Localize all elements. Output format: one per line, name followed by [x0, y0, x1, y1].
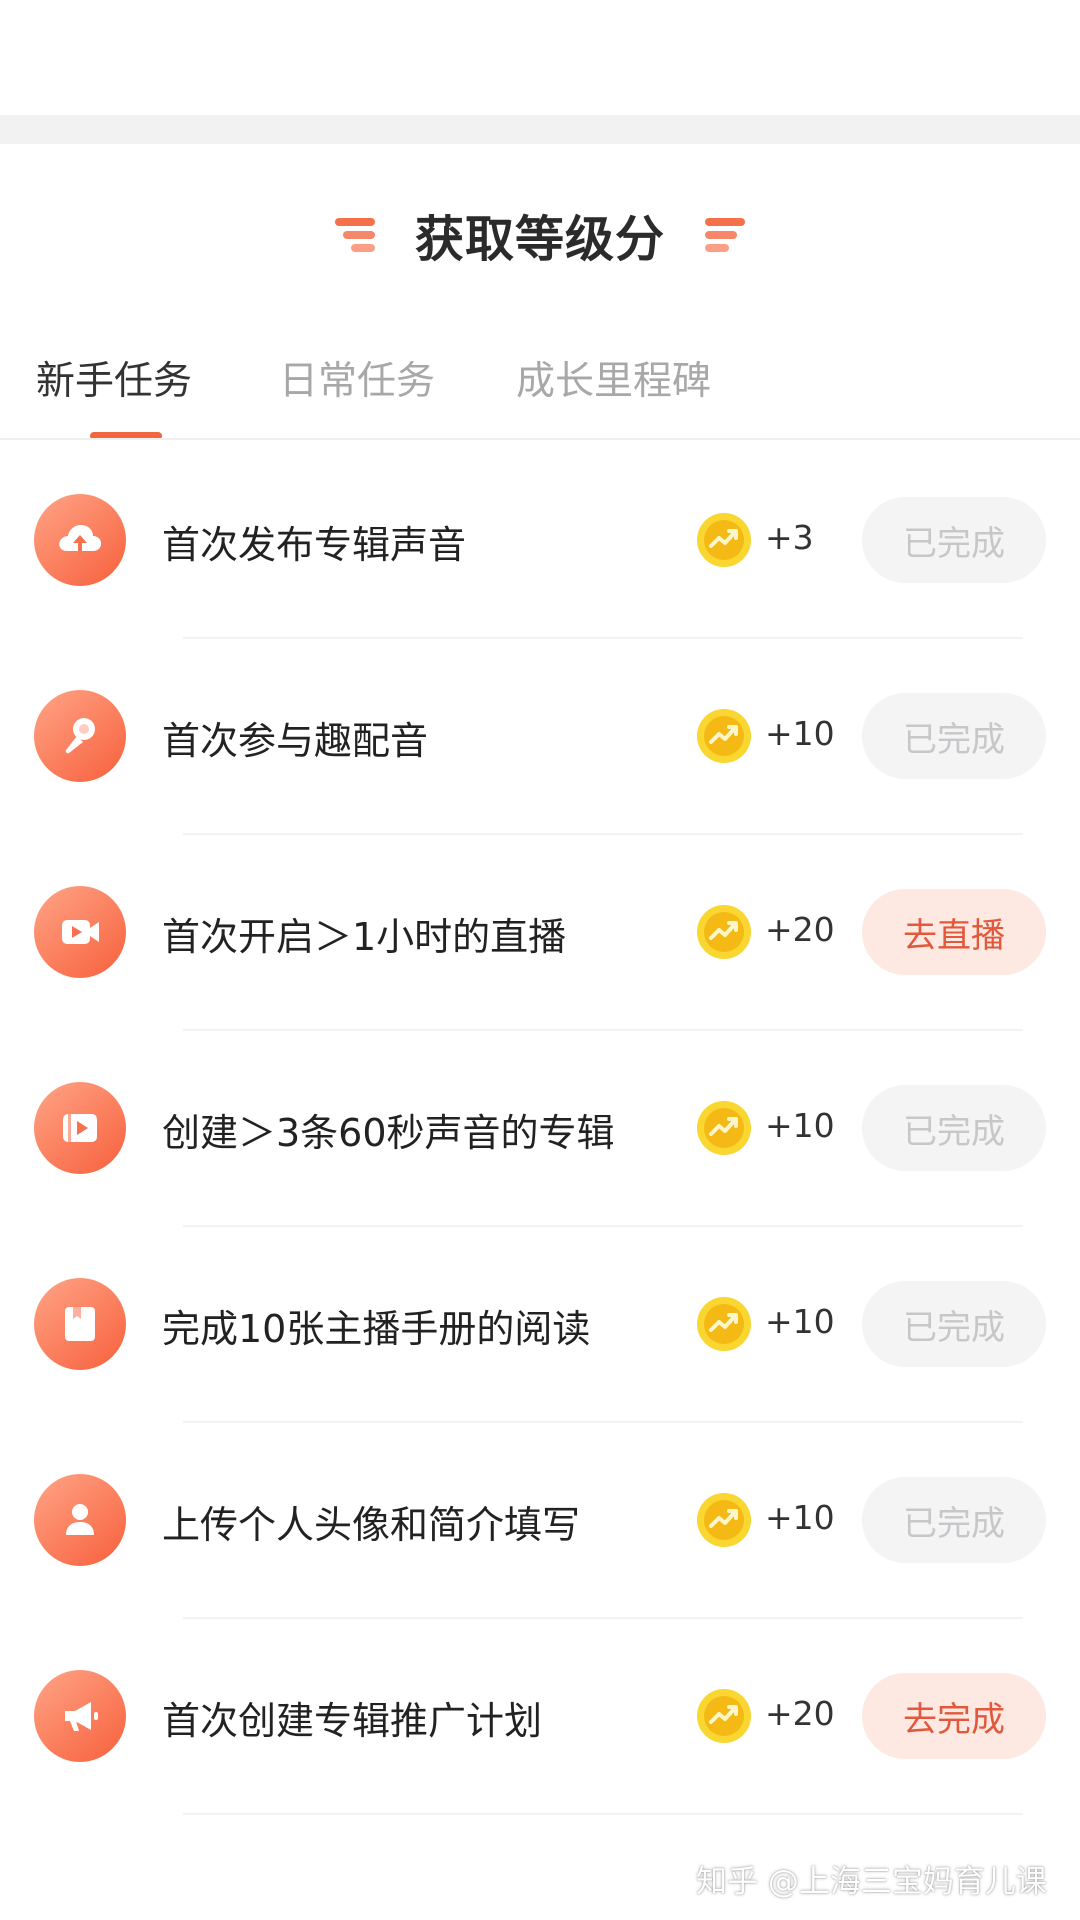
task-label: 首次发布专辑声音 [162, 523, 467, 567]
task-row: 首次参与趣配音 +10 已完成 [0, 638, 1080, 835]
top-blank-area [0, 0, 1080, 115]
handbook-icon [34, 1278, 126, 1370]
coin-icon [697, 905, 751, 959]
task-completed-button[interactable]: 已完成 [862, 1477, 1046, 1563]
cloud-upload-icon [34, 494, 126, 586]
coin-icon [697, 1689, 751, 1743]
tab-daily-tasks[interactable]: 日常任务 [279, 350, 435, 406]
task-points: +10 [765, 1498, 835, 1537]
task-completed-button[interactable]: 已完成 [862, 497, 1046, 583]
task-row: 首次发布专辑声音 +3 已完成 [0, 442, 1080, 639]
title-decoration-right-icon [705, 218, 745, 252]
coin-icon [697, 1493, 751, 1547]
tab-growth-milestones[interactable]: 成长里程碑 [516, 350, 711, 406]
microphone-icon [34, 690, 126, 782]
section-separator [0, 115, 1080, 144]
task-label: 首次参与趣配音 [162, 719, 429, 763]
task-row: 完成10张主播手册的阅读 +10 已完成 [0, 1226, 1080, 1423]
page-title: 获取等级分 [414, 210, 665, 268]
video-album-icon [34, 1082, 126, 1174]
go-live-button[interactable]: 去直播 [862, 889, 1046, 975]
task-points: +3 [765, 518, 814, 557]
task-label: 首次创建专辑推广计划 [162, 1699, 543, 1743]
task-row: 上传个人头像和简介填写 +10 已完成 [0, 1422, 1080, 1619]
task-label: 上传个人头像和简介填写 [162, 1503, 581, 1547]
row-divider [183, 1813, 1023, 1815]
coin-icon [697, 709, 751, 763]
task-points: +10 [765, 1302, 835, 1341]
task-completed-button[interactable]: 已完成 [862, 693, 1046, 779]
video-camera-icon [34, 886, 126, 978]
task-label: 创建＞3条60秒声音的专辑 [162, 1111, 615, 1155]
coin-icon [697, 1101, 751, 1155]
task-row: 首次开启＞1小时的直播 +20 去直播 [0, 834, 1080, 1031]
task-row: 创建＞3条60秒声音的专辑 +10 已完成 [0, 1030, 1080, 1227]
watermark: 知乎 @上海三宝妈育儿课 [696, 1864, 1047, 1900]
task-points: +10 [765, 714, 835, 753]
tabs-divider [0, 438, 1080, 440]
task-completed-button[interactable]: 已完成 [862, 1085, 1046, 1171]
coin-icon [697, 513, 751, 567]
megaphone-icon [34, 1670, 126, 1762]
task-points: +20 [765, 910, 835, 949]
task-row: 首次创建专辑推广计划 +20 去完成 [0, 1618, 1080, 1815]
user-profile-icon [34, 1474, 126, 1566]
coin-icon [697, 1297, 751, 1351]
task-label: 首次开启＞1小时的直播 [162, 915, 567, 959]
task-tabs: 新手任务 日常任务 成长里程碑 [0, 340, 1080, 440]
task-label: 完成10张主播手册的阅读 [162, 1307, 591, 1351]
tab-newbie-tasks[interactable]: 新手任务 [36, 350, 192, 406]
title-decoration-left-icon [334, 218, 375, 252]
task-points: +20 [765, 1694, 835, 1733]
go-complete-button[interactable]: 去完成 [862, 1673, 1046, 1759]
section-header: 获取等级分 [0, 195, 1080, 275]
task-completed-button[interactable]: 已完成 [862, 1281, 1046, 1367]
task-points: +10 [765, 1106, 835, 1145]
